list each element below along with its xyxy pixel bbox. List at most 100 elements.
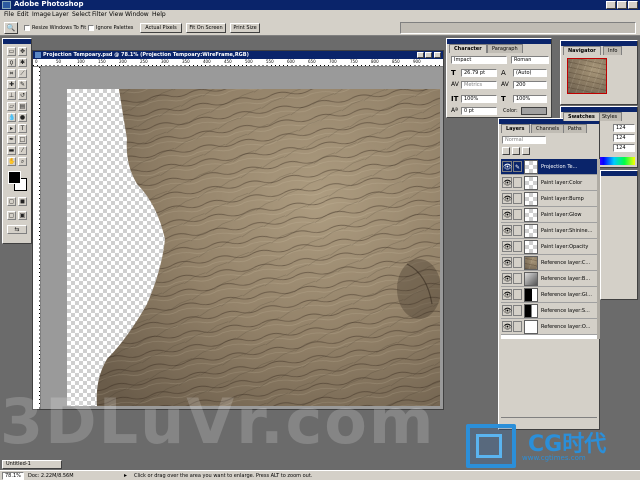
path-select-tool-icon[interactable]: ▸ — [7, 124, 16, 133]
tracking-field[interactable]: 200 — [513, 81, 547, 89]
text-color-swatch[interactable] — [521, 107, 547, 115]
blue-value-field[interactable]: 124 — [613, 144, 635, 152]
healing-tool-icon[interactable]: ✚ — [7, 80, 16, 89]
crop-tool-icon[interactable]: ⌗ — [7, 69, 16, 78]
font-style-select[interactable]: Roman — [511, 56, 549, 64]
lock-position-icon[interactable] — [522, 147, 530, 155]
eye-icon[interactable]: 👁 — [502, 257, 512, 268]
font-size-field[interactable]: 26.79 pt — [461, 69, 497, 77]
gradient-tool-icon[interactable]: ▤ — [18, 102, 27, 111]
type-tool-icon[interactable]: T — [18, 124, 27, 133]
menu-window[interactable]: Window — [125, 11, 149, 18]
maximize-button[interactable] — [617, 1, 627, 9]
lock-transparency-icon[interactable] — [502, 147, 510, 155]
taskbar-item[interactable]: Untitled-1 — [2, 460, 62, 469]
eye-icon[interactable]: 👁 — [502, 273, 512, 284]
status-arrow-icon[interactable]: ▸ — [124, 472, 127, 479]
menu-file[interactable]: File — [4, 11, 14, 18]
layers-scrollbar[interactable] — [597, 159, 600, 339]
brush-slot-icon[interactable] — [513, 225, 522, 236]
horizontal-ruler[interactable]: 0 50 100 150 200 250 300 350 400 450 500… — [33, 59, 443, 67]
brush-slot-icon[interactable] — [513, 273, 522, 284]
layer-row[interactable]: 👁 Reference layer:O... — [501, 319, 597, 335]
navigator-thumbnail[interactable] — [567, 58, 607, 94]
actual-pixels-button[interactable]: Actual Pixels — [140, 23, 182, 33]
screen-mode-standard-icon[interactable]: ▢ — [7, 211, 16, 220]
standard-mode-icon[interactable]: ◻ — [7, 197, 16, 206]
tab-swatches[interactable]: Swatches — [563, 112, 600, 121]
vertical-ruler[interactable] — [33, 67, 41, 409]
layer-row[interactable]: 👁 Paint layer:Glow — [501, 207, 597, 223]
eye-icon[interactable]: 👁 — [502, 209, 512, 220]
menu-image[interactable]: Image — [32, 11, 51, 18]
eye-icon[interactable]: 👁 — [502, 161, 512, 172]
brush-icon[interactable]: ✎ — [513, 161, 522, 172]
layer-row[interactable]: 👁 Paint layer:Color — [501, 175, 597, 191]
layer-row[interactable]: 👁 Reference layer:Gl... — [501, 287, 597, 303]
tab-navigator[interactable]: Navigator — [563, 46, 601, 55]
font-family-select[interactable]: Impact — [451, 56, 507, 64]
vertical-scale-field[interactable]: 100% — [461, 95, 497, 103]
brush-slot-icon[interactable] — [513, 289, 522, 300]
leading-field[interactable]: (Auto) — [513, 69, 547, 77]
brush-slot-icon[interactable] — [513, 257, 522, 268]
layer-row[interactable]: 👁 Reference layer:C... — [501, 255, 597, 271]
palette-well[interactable] — [400, 22, 636, 34]
shape-tool-icon[interactable]: □ — [18, 135, 27, 144]
dodge-tool-icon[interactable]: ● — [18, 113, 27, 122]
menu-select[interactable]: Select — [72, 11, 91, 18]
green-value-field[interactable]: 124 — [613, 134, 635, 142]
collapsed-panel[interactable] — [600, 170, 638, 300]
eye-icon[interactable]: 👁 — [502, 225, 512, 236]
marquee-tool-icon[interactable]: ▭ — [7, 47, 16, 56]
red-value-field[interactable]: 124 — [613, 124, 635, 132]
menu-help[interactable]: Help — [152, 11, 166, 18]
notes-tool-icon[interactable]: ▬ — [7, 146, 16, 155]
kerning-field[interactable]: Metrics — [461, 81, 497, 89]
baseline-shift-field[interactable]: 0 pt — [461, 107, 497, 115]
tab-layers[interactable]: Layers — [501, 124, 530, 133]
layer-row[interactable]: 👁 ✎ Projection Te... — [501, 159, 597, 175]
history-brush-tool-icon[interactable]: ↺ — [18, 91, 27, 100]
lock-image-icon[interactable] — [512, 147, 520, 155]
tab-paths[interactable]: Paths — [563, 124, 587, 133]
fit-on-screen-button[interactable]: Fit On Screen — [186, 23, 226, 33]
resize-windows-checkbox[interactable] — [24, 25, 30, 31]
menu-view[interactable]: View — [109, 11, 123, 18]
brush-slot-icon[interactable] — [513, 321, 522, 332]
tab-styles[interactable]: Styles — [597, 112, 623, 121]
eye-icon[interactable]: 👁 — [502, 177, 512, 188]
blend-mode-select[interactable]: Normal — [502, 136, 546, 144]
brush-slot-icon[interactable] — [513, 177, 522, 188]
doc-close-button[interactable] — [434, 52, 441, 58]
eye-icon[interactable]: 👁 — [502, 241, 512, 252]
eye-icon[interactable]: 👁 — [502, 289, 512, 300]
layer-row[interactable]: 👁 Reference layer:B... — [501, 271, 597, 287]
tab-paragraph[interactable]: Paragraph — [487, 44, 523, 53]
brush-slot-icon[interactable] — [513, 209, 522, 220]
eye-icon[interactable]: 👁 — [502, 193, 512, 204]
quickmask-mode-icon[interactable]: ◼ — [18, 197, 27, 206]
eye-icon[interactable]: 👁 — [502, 305, 512, 316]
print-size-button[interactable]: Print Size — [230, 23, 260, 33]
slice-tool-icon[interactable]: ⟋ — [18, 69, 27, 78]
screen-mode-full-icon[interactable]: ▣ — [18, 211, 27, 220]
stamp-tool-icon[interactable]: ⊥ — [7, 91, 16, 100]
layer-row[interactable]: 👁 Paint layer:Shinine... — [501, 223, 597, 239]
jump-to-imageready-icon[interactable]: ⇆ — [7, 225, 27, 234]
menu-edit[interactable]: Edit — [17, 11, 29, 18]
canvas[interactable] — [67, 89, 440, 406]
zoom-level-field[interactable]: 78.1% — [2, 472, 24, 480]
menu-filter[interactable]: Filter — [92, 11, 107, 18]
minimize-button[interactable] — [606, 1, 616, 9]
close-button[interactable] — [628, 1, 638, 9]
layer-row[interactable]: 👁 Paint layer:Opacity — [501, 239, 597, 255]
pen-tool-icon[interactable]: ✒ — [7, 135, 16, 144]
magic-wand-tool-icon[interactable]: ✱ — [18, 58, 27, 67]
move-tool-icon[interactable]: ✥ — [18, 47, 27, 56]
lasso-tool-icon[interactable]: ϙ — [7, 58, 16, 67]
foreground-color-swatch[interactable] — [8, 171, 21, 184]
doc-maximize-button[interactable] — [425, 52, 432, 58]
eye-icon[interactable]: 👁 — [502, 321, 512, 332]
tab-channels[interactable]: Channels — [531, 124, 565, 133]
